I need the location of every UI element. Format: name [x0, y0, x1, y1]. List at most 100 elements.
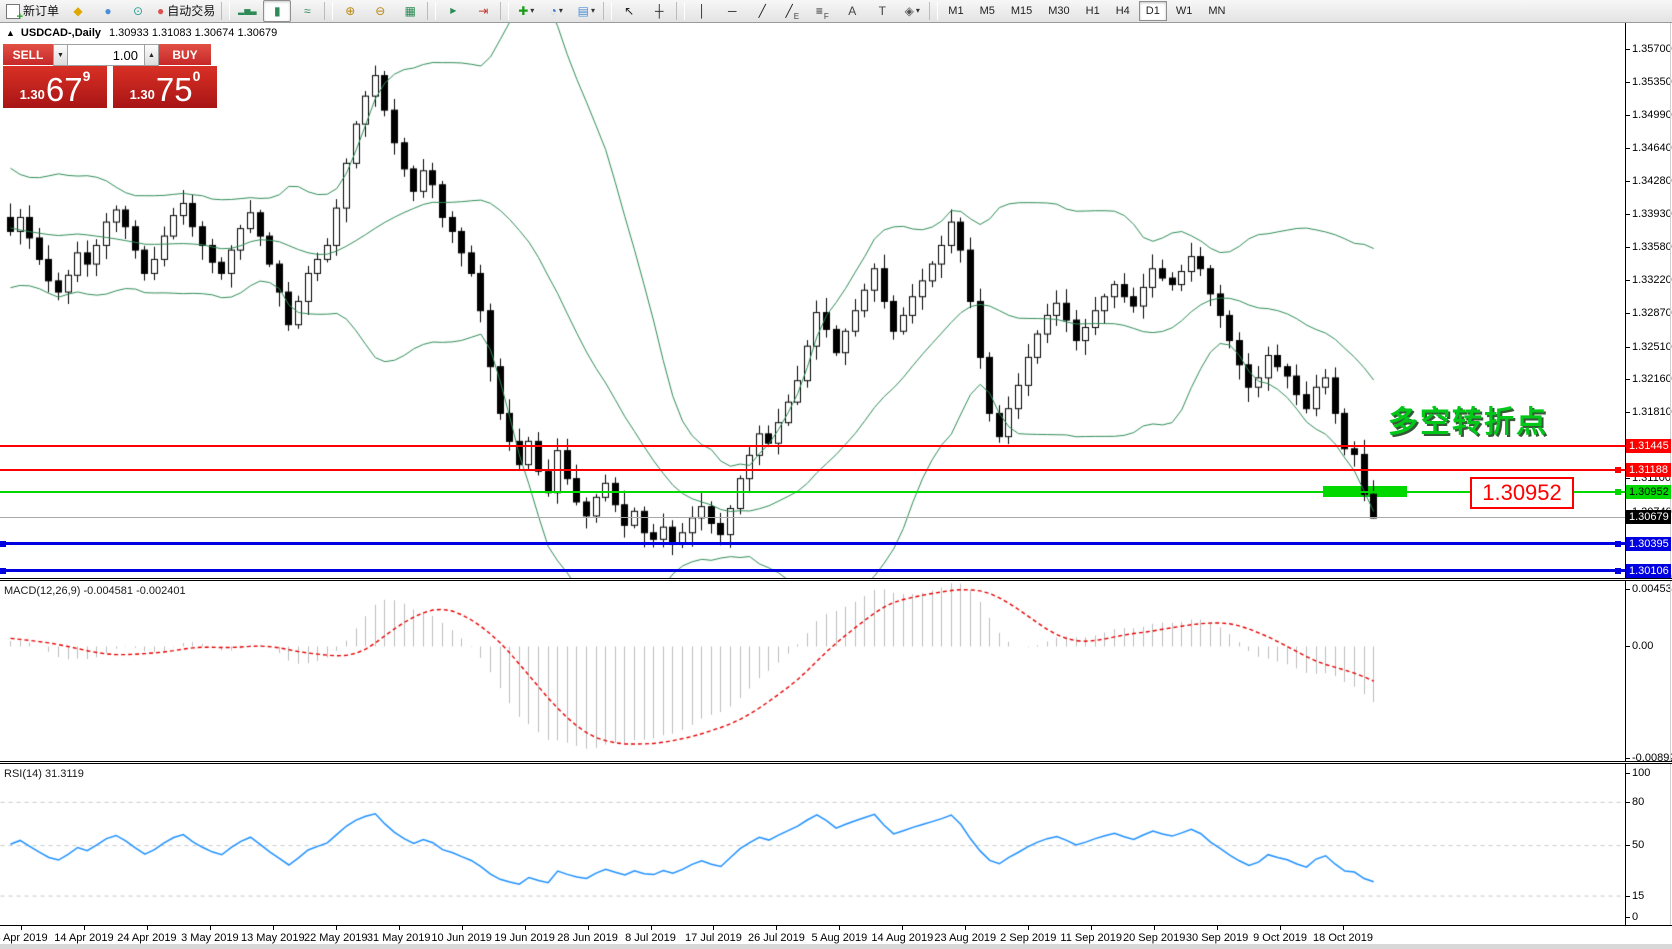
- pane-separator-rsi[interactable]: [0, 761, 1672, 764]
- timeframe-button-m15[interactable]: M15: [1004, 1, 1039, 21]
- new-order-button-label: 新订单: [23, 5, 59, 17]
- periods-button[interactable]: ◔▾: [542, 0, 570, 22]
- date-tick-label: 18 Oct 2019: [1313, 932, 1373, 944]
- line-handle[interactable]: [0, 568, 6, 574]
- date-tick-label: 8 Jul 2019: [625, 932, 676, 944]
- chart-shift-button[interactable]: ⇥: [469, 0, 497, 22]
- one-click-collapse-icon[interactable]: ▲: [6, 28, 15, 38]
- turning-point-annotation[interactable]: 多空转折点: [1388, 397, 1564, 441]
- line-handle[interactable]: [0, 541, 6, 547]
- toolbar-separator: [221, 2, 230, 20]
- date-tick-mark: [147, 926, 148, 930]
- add-indicator-icon: ✚: [518, 5, 528, 17]
- market-button[interactable]: ●: [94, 0, 122, 22]
- line-handle[interactable]: [1615, 541, 1621, 547]
- horizontal-line-button[interactable]: ─: [718, 0, 746, 22]
- current-price-badge: 1.30679: [1626, 510, 1671, 524]
- channel-button[interactable]: ╱E: [778, 0, 806, 22]
- line-handle[interactable]: [1615, 568, 1621, 574]
- timeframe-button-w1[interactable]: W1: [1169, 1, 1200, 21]
- date-tick-label: 13 May 2019: [241, 932, 305, 944]
- dropdown-caret-icon[interactable]: ▾: [559, 7, 563, 15]
- text-icon: A: [848, 5, 856, 17]
- date-tick-mark: [1343, 926, 1344, 930]
- metaeditor-button[interactable]: ◆: [64, 0, 92, 22]
- trendline-icon: ╱: [759, 5, 766, 17]
- line-handle[interactable]: [1615, 489, 1621, 495]
- sell-price-display[interactable]: 1.30 67 9: [3, 66, 107, 108]
- horizontal-level-line[interactable]: [0, 445, 1625, 447]
- bar-chart-button[interactable]: ▂▅▃: [233, 0, 261, 22]
- arrows-button[interactable]: ◈▾: [898, 0, 926, 22]
- timeframe-button-h1[interactable]: H1: [1079, 1, 1107, 21]
- sell-button[interactable]: SELL: [3, 44, 53, 66]
- autoscroll-button[interactable]: ▶: [439, 0, 467, 22]
- candlestick-icon: ▮: [274, 5, 281, 17]
- signals-icon: ⊙: [133, 5, 143, 17]
- zoom-in-button[interactable]: ⊕: [336, 0, 364, 22]
- volume-decrease-button[interactable]: ▼: [53, 44, 68, 66]
- level-price-badge: 1.31445: [1626, 439, 1671, 453]
- tile-windows-button[interactable]: ▦: [396, 0, 424, 22]
- price-tick-label: 1.35350: [1632, 76, 1672, 88]
- date-tick-label: 30 Sep 2019: [1186, 932, 1248, 944]
- dropdown-caret-icon[interactable]: ▾: [916, 7, 920, 15]
- date-tick-mark: [839, 926, 840, 930]
- trendline-button[interactable]: ╱: [748, 0, 776, 22]
- line-handle[interactable]: [1615, 467, 1621, 473]
- horizontal-level-line[interactable]: [0, 491, 1625, 493]
- timeframe-button-m1[interactable]: M1: [941, 1, 970, 21]
- crosshair-button[interactable]: ┼: [645, 0, 673, 22]
- signals-button[interactable]: ⊙: [124, 0, 152, 22]
- macd-label: MACD(12,26,9) -0.004581 -0.002401: [4, 585, 186, 597]
- timeframe-button-h4[interactable]: H4: [1109, 1, 1137, 21]
- macd-indicator-canvas[interactable]: [0, 582, 1625, 761]
- volume-input[interactable]: 1.00: [68, 44, 144, 66]
- date-tick-label: 4 Apr 2019: [0, 932, 48, 944]
- date-tick-label: 14 Apr 2019: [54, 932, 113, 944]
- timeframe-button-d1[interactable]: D1: [1139, 1, 1167, 21]
- timeframe-button-mn[interactable]: MN: [1201, 1, 1232, 21]
- label-button[interactable]: T: [868, 0, 896, 22]
- price-chart-canvas[interactable]: [0, 23, 1625, 579]
- horizontal-level-line[interactable]: [0, 569, 1625, 572]
- autotrading-icon: ●: [157, 5, 164, 17]
- sell-price-pip: 9: [83, 68, 91, 84]
- icon-sub-label: F: [824, 13, 829, 21]
- new-order-button[interactable]: +新订单: [3, 0, 62, 22]
- text-button[interactable]: A: [838, 0, 866, 22]
- cursor-button[interactable]: ↖: [615, 0, 643, 22]
- vertical-line-button[interactable]: │: [688, 0, 716, 22]
- chart-template-icon: ▤: [578, 5, 589, 17]
- price-tick-label: 1.34990: [1632, 109, 1672, 121]
- indicators-button[interactable]: ✚▾: [512, 0, 540, 22]
- horizontal-line-icon: ─: [728, 5, 737, 17]
- date-tick-label: 24 Apr 2019: [117, 932, 176, 944]
- date-tick-mark: [1154, 926, 1155, 930]
- dropdown-caret-icon[interactable]: ▾: [530, 7, 534, 15]
- rsi-tick-label: 50: [1632, 839, 1644, 851]
- bid-price-line: [0, 517, 1625, 518]
- zoom-out-button[interactable]: ⊖: [366, 0, 394, 22]
- horizontal-level-line[interactable]: [0, 542, 1625, 545]
- line-chart-button[interactable]: ≈: [293, 0, 321, 22]
- date-tick-mark: [273, 926, 274, 930]
- macd-name: MACD(12,26,9): [4, 585, 83, 597]
- price-tag-label[interactable]: 1.30952: [1470, 477, 1574, 509]
- timeframe-button-m5[interactable]: M5: [973, 1, 1002, 21]
- dropdown-caret-icon[interactable]: ▾: [591, 7, 595, 15]
- autoscroll-icon: ▶: [450, 7, 456, 15]
- timeframe-button-m30[interactable]: M30: [1041, 1, 1076, 21]
- buy-button[interactable]: BUY: [159, 44, 211, 66]
- pane-separator-macd[interactable]: [0, 578, 1672, 581]
- fibonacci-button[interactable]: ≡F: [808, 0, 836, 22]
- volume-increase-button[interactable]: ▲: [144, 44, 159, 66]
- templates-button[interactable]: ▤▾: [572, 0, 600, 22]
- autotrading-button[interactable]: ●自动交易: [154, 0, 218, 22]
- horizontal-level-line[interactable]: [0, 469, 1625, 471]
- buy-price-pip: 0: [193, 68, 201, 84]
- date-tick-mark: [1028, 926, 1029, 930]
- candlesticks-button[interactable]: ▮: [263, 0, 291, 22]
- rsi-indicator-canvas[interactable]: [0, 765, 1625, 925]
- buy-price-display[interactable]: 1.30 75 0: [113, 66, 217, 108]
